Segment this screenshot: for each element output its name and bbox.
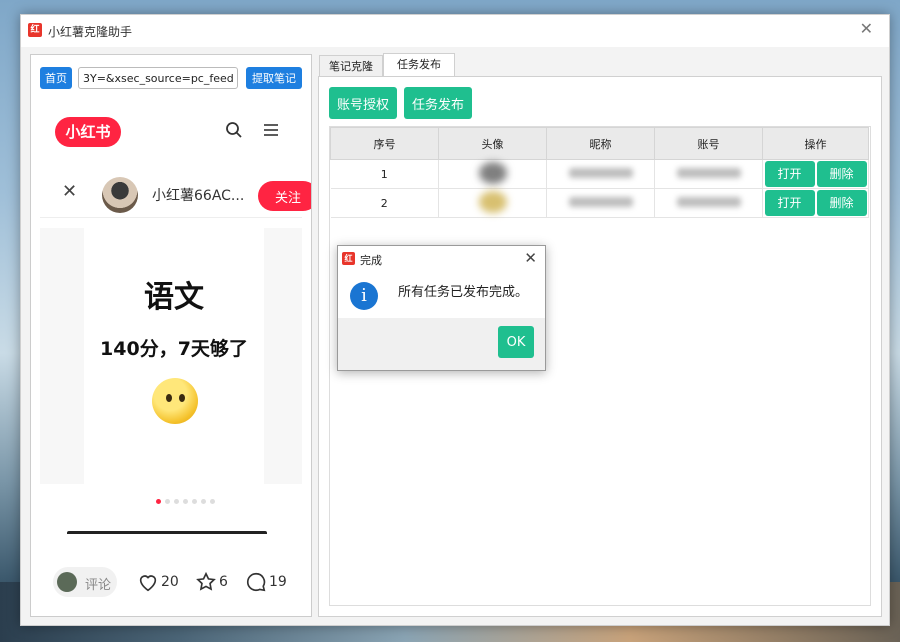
row-account bbox=[654, 159, 763, 189]
col-header-actions[interactable]: 操作 bbox=[762, 127, 869, 160]
blurred-nickname bbox=[568, 167, 633, 178]
commenter-avatar bbox=[57, 572, 77, 592]
delete-button[interactable]: 删除 bbox=[816, 190, 867, 216]
note-image[interactable]: 语文 140分，7天够了 bbox=[40, 228, 302, 484]
dialog-close-icon[interactable]: ✕ bbox=[524, 249, 537, 267]
smiley-emoji-icon bbox=[152, 378, 198, 424]
tab-task-publish[interactable]: 任务发布 bbox=[383, 53, 455, 77]
home-button[interactable]: 首页 bbox=[40, 67, 72, 89]
blurred-account bbox=[676, 167, 741, 178]
like-count: 20 bbox=[161, 574, 179, 590]
col-header-account[interactable]: 账号 bbox=[654, 127, 763, 160]
col-header-avatar[interactable]: 头像 bbox=[438, 127, 547, 160]
carousel-dot[interactable] bbox=[165, 499, 170, 504]
open-button[interactable]: 打开 bbox=[764, 190, 815, 216]
row-nickname bbox=[546, 188, 655, 218]
carousel-dot[interactable] bbox=[183, 499, 188, 504]
carousel-dot[interactable] bbox=[192, 499, 197, 504]
author-name[interactable]: 小红薯66AC... bbox=[152, 185, 244, 205]
window-title: 小红薯克隆助手 bbox=[48, 25, 133, 39]
col-header-nickname[interactable]: 昵称 bbox=[546, 127, 655, 160]
delete-button[interactable]: 删除 bbox=[816, 161, 867, 187]
dialog-title-bar: 红 完成 ✕ bbox=[338, 246, 545, 272]
row-actions: 打开 删除 bbox=[762, 188, 869, 218]
comment-placeholder: 评论 bbox=[85, 578, 112, 593]
table-row[interactable]: 1 打开 删除 bbox=[330, 159, 869, 189]
carousel-dot[interactable] bbox=[156, 499, 161, 504]
app-logo-icon: 红 bbox=[28, 23, 42, 37]
completion-dialog: 红 完成 ✕ i 所有任务已发布完成。 OK bbox=[337, 245, 546, 371]
extract-note-button[interactable]: 提取笔记 bbox=[246, 67, 302, 89]
follow-button[interactable]: 关注 bbox=[258, 181, 311, 211]
note-image-card: 语文 140分，7天够了 bbox=[84, 228, 264, 484]
row-account bbox=[654, 188, 763, 218]
tab-note-clone[interactable]: 笔记克隆 bbox=[319, 55, 383, 77]
author-avatar[interactable] bbox=[102, 177, 138, 213]
table-header-row: 序号 头像 昵称 账号 操作 bbox=[330, 127, 869, 160]
search-icon[interactable] bbox=[225, 121, 243, 139]
close-window-icon[interactable]: ✕ bbox=[860, 19, 873, 38]
dialog-message: 所有任务已发布完成。 bbox=[398, 285, 529, 300]
collect-count: 6 bbox=[219, 574, 228, 590]
heart-icon bbox=[139, 575, 157, 592]
carousel-dot[interactable] bbox=[210, 499, 215, 504]
note-image-title: 语文 bbox=[144, 280, 204, 315]
table-row[interactable]: 2 打开 删除 bbox=[330, 188, 869, 218]
address-bar: 首页 提取笔记 bbox=[40, 67, 302, 89]
dialog-body: i 所有任务已发布完成。 bbox=[338, 272, 545, 318]
info-icon: i bbox=[350, 282, 378, 310]
blurred-account bbox=[676, 196, 741, 207]
blurred-avatar bbox=[478, 190, 507, 213]
row-index: 1 bbox=[330, 159, 439, 189]
engagement-bar: 评论 20 6 19 bbox=[31, 555, 311, 615]
row-avatar bbox=[438, 188, 547, 218]
row-nickname bbox=[546, 159, 655, 189]
open-button[interactable]: 打开 bbox=[764, 161, 815, 187]
dialog-title: 完成 bbox=[360, 254, 382, 267]
carousel-dots bbox=[156, 493, 219, 504]
note-caption-cut bbox=[67, 531, 287, 541]
publish-task-button[interactable]: 任务发布 bbox=[404, 87, 472, 119]
row-avatar bbox=[438, 159, 547, 189]
row-actions: 打开 删除 bbox=[762, 159, 869, 189]
star-icon bbox=[196, 571, 216, 591]
url-input[interactable] bbox=[78, 67, 238, 89]
col-header-index[interactable]: 序号 bbox=[330, 127, 439, 160]
ok-button[interactable]: OK bbox=[498, 326, 534, 358]
note-image-subtitle: 140分，7天够了 bbox=[100, 338, 248, 360]
close-note-icon[interactable]: ✕ bbox=[62, 181, 77, 202]
note-header: ✕ 小红薯66AC... 关注 bbox=[40, 167, 311, 217]
title-bar: 红 小红薯克隆助手 ✕ bbox=[21, 15, 889, 47]
comment-input[interactable]: 评论 bbox=[53, 567, 117, 597]
comment-count: 19 bbox=[269, 574, 287, 590]
account-auth-button[interactable]: 账号授权 bbox=[329, 87, 397, 119]
carousel-dot[interactable] bbox=[201, 499, 206, 504]
xiaohongshu-logo[interactable]: 小红书 bbox=[55, 117, 121, 147]
dialog-app-icon: 红 bbox=[342, 252, 355, 265]
carousel-dot[interactable] bbox=[174, 499, 179, 504]
blurred-avatar bbox=[478, 161, 507, 184]
browser-panel: 首页 提取笔记 小红书 ✕ 小红薯66AC... 关注 语文 140分，7天够了 bbox=[30, 54, 312, 617]
row-index: 2 bbox=[330, 188, 439, 218]
blurred-nickname bbox=[568, 196, 633, 207]
menu-icon[interactable] bbox=[263, 123, 279, 137]
comment-icon bbox=[247, 572, 266, 592]
